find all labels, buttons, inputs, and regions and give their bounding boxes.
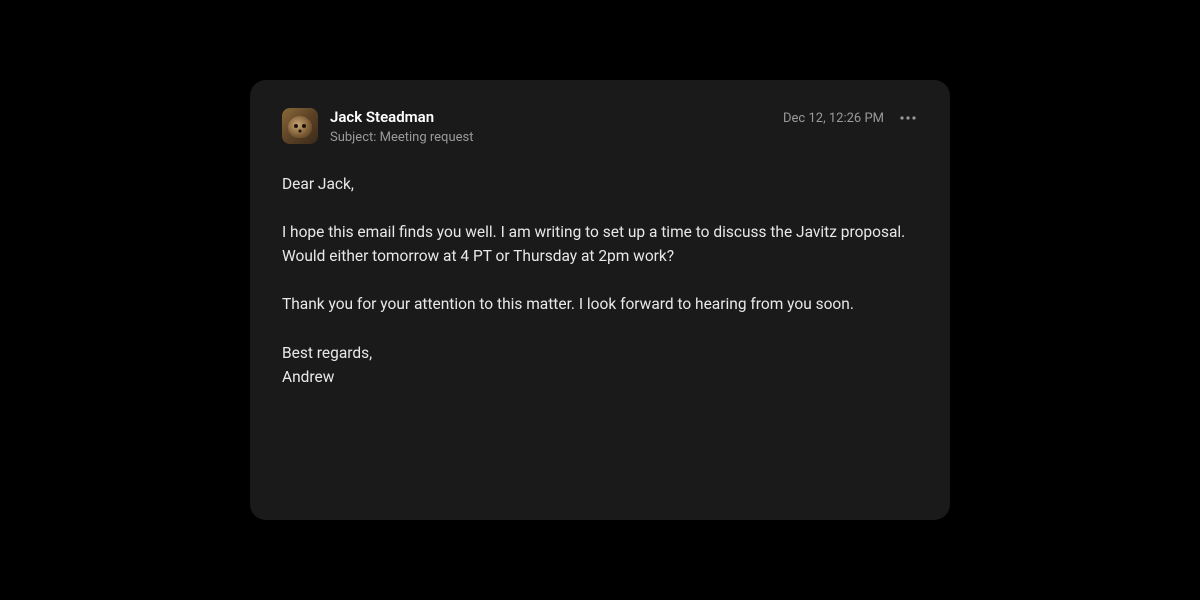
sender-info: Jack Steadman Subject: Meeting request xyxy=(330,108,473,146)
subject-line: Subject: Meeting request xyxy=(330,130,473,147)
header-left: Jack Steadman Subject: Meeting request xyxy=(282,108,473,146)
sender-avatar[interactable] xyxy=(282,108,318,144)
more-options-button[interactable] xyxy=(898,108,918,128)
sender-name: Jack Steadman xyxy=(330,108,473,128)
email-body: Dear Jack, I hope this email finds you w… xyxy=(282,172,918,388)
email-card: Jack Steadman Subject: Meeting request D… xyxy=(250,80,950,520)
timestamp: Dec 12, 12:26 PM xyxy=(783,111,884,126)
email-header: Jack Steadman Subject: Meeting request D… xyxy=(282,108,918,146)
more-horizontal-icon xyxy=(900,116,916,120)
header-right: Dec 12, 12:26 PM xyxy=(783,108,918,128)
subject-prefix: Subject: xyxy=(330,130,380,145)
subject-text: Meeting request xyxy=(380,130,474,145)
